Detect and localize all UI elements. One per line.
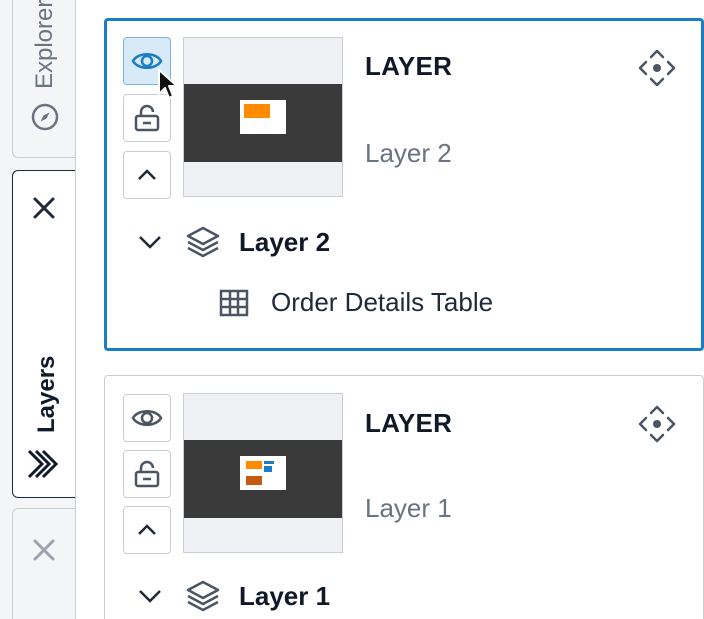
layer-kind-label: LAYER: [365, 51, 453, 81]
layer-card-layer-2[interactable]: LAYER Layer 2 Layer 2 Order Details Tabl…: [104, 18, 704, 351]
layer-tree-row[interactable]: Layer 2: [137, 225, 330, 259]
move-arrows-icon[interactable]: [636, 403, 678, 445]
toggle-lock-button[interactable]: [123, 450, 171, 498]
move-arrows-icon[interactable]: [636, 47, 678, 89]
layers-icon: [186, 580, 220, 612]
chevron-up-icon: [138, 524, 156, 535]
toggle-visibility-button[interactable]: [123, 394, 171, 442]
table-grid-icon: [219, 289, 249, 316]
unlock-icon: [134, 460, 160, 488]
layer-thumbnail: [183, 37, 343, 197]
chevron-up-icon: [138, 169, 156, 180]
tab-explorer[interactable]: Explorer: [12, 0, 75, 158]
layer-tree-title: Layer 1: [239, 580, 331, 611]
thumbnail-widget: [240, 100, 286, 134]
eye-icon: [131, 410, 163, 426]
chevron-down-icon[interactable]: [137, 588, 163, 604]
compass-icon: [31, 103, 59, 131]
layer-card-layer-1[interactable]: LAYER Layer 1 Layer 1: [104, 375, 704, 619]
chevron-down-icon[interactable]: [137, 234, 163, 250]
tab-layers[interactable]: Layers: [12, 170, 75, 498]
layer-thumbnail: [183, 393, 343, 553]
layers-stack-icon: [27, 449, 59, 479]
move-layer-up-button[interactable]: [123, 151, 171, 199]
layer-name-label: Layer 2: [365, 138, 452, 168]
layers-panel-root: Explorer Layers LAYER Layer 2 Layer 2 Or…: [0, 0, 704, 619]
thumbnail-widget: [240, 456, 286, 490]
unlock-icon: [134, 104, 160, 132]
layer-tree-row[interactable]: Layer 1: [137, 579, 330, 613]
tab-explorer-label: Explorer: [31, 0, 58, 89]
close-icon[interactable]: [29, 193, 59, 223]
tab-other[interactable]: [12, 508, 75, 619]
layer-tree-title: Layer 2: [239, 226, 331, 257]
mouse-cursor-icon: [158, 69, 178, 99]
layers-icon: [186, 226, 220, 258]
layer-kind-label: LAYER: [365, 408, 453, 438]
side-tab-rail: Explorer Layers: [0, 0, 76, 619]
layer-child-row[interactable]: Order Details Table: [219, 287, 493, 318]
close-icon[interactable]: [29, 535, 59, 565]
move-layer-up-button[interactable]: [123, 506, 171, 554]
layer-child-label: Order Details Table: [271, 287, 494, 317]
tab-layers-label: Layers: [33, 355, 60, 433]
layer-name-label: Layer 1: [365, 493, 452, 523]
